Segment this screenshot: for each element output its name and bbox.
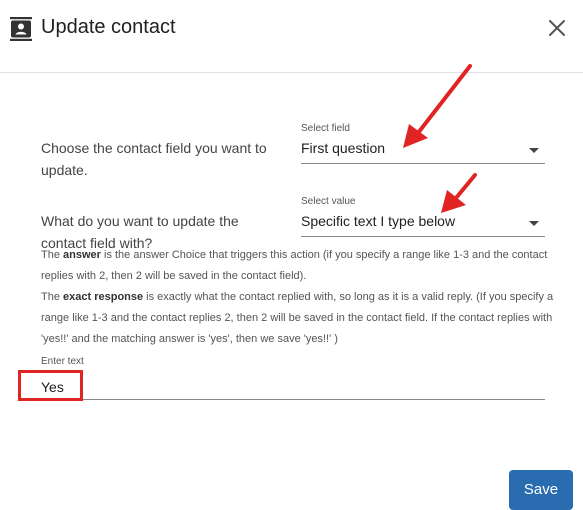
select-value-dropdown[interactable]: Select value Specific text I type below <box>301 195 545 237</box>
dialog-title: Update contact <box>41 16 176 38</box>
enter-text-input[interactable] <box>41 374 545 400</box>
annotation-highlight-box <box>18 370 83 401</box>
question-field-label: Choose the contact field you want to upd… <box>41 140 267 178</box>
close-icon[interactable] <box>544 15 570 41</box>
select-field-caption: Select field <box>301 123 350 134</box>
save-button[interactable]: Save <box>509 470 573 510</box>
select-value-value: Specific text I type below <box>301 213 456 229</box>
enter-text-caption: Enter text <box>41 356 84 367</box>
chevron-down-icon[interactable] <box>529 148 539 153</box>
help-bold-answer: answer <box>63 249 101 261</box>
help-text-exact-response: The exact response is exactly what the c… <box>41 291 554 345</box>
select-value-caption: Select value <box>301 196 356 207</box>
select-field-value: First question <box>301 140 386 156</box>
dialog-header: Update contact <box>0 0 583 73</box>
select-field-dropdown[interactable]: Select field First question <box>301 122 545 164</box>
select-value-box[interactable]: Specific text I type below <box>301 208 545 237</box>
chevron-down-icon[interactable] <box>529 221 539 226</box>
help-text-answer: The answer is the answer Choice that tri… <box>41 249 548 282</box>
contact-card-icon <box>10 17 32 41</box>
help-bold-exact-response: exact response <box>63 291 144 303</box>
select-field-box[interactable]: First question <box>301 135 545 164</box>
